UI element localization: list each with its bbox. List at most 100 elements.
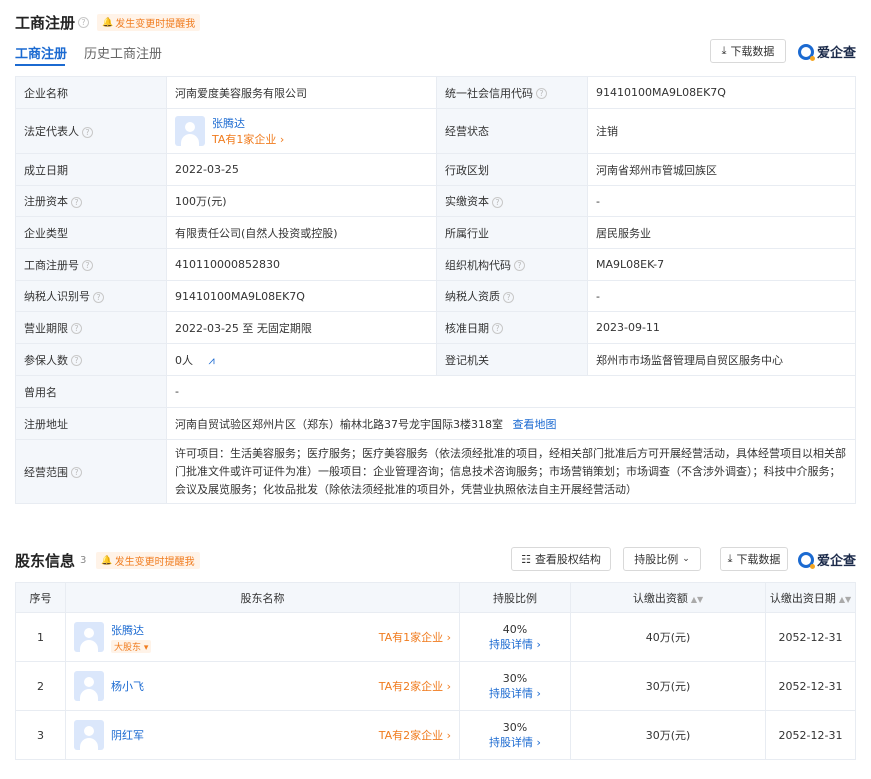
col-header: 股东名称 [65, 582, 460, 613]
field-label: 曾用名 [15, 375, 167, 408]
avatar[interactable] [175, 116, 205, 146]
address-cell: 河南自贸试验区郑州片区（郑东）榆林北路37号龙宇国际3楼318室 查看地图 [166, 407, 856, 440]
view-map-link[interactable]: 查看地图 [513, 418, 557, 431]
business-status: 注销 [587, 108, 856, 154]
help-icon[interactable]: ? [71, 196, 82, 208]
help-icon[interactable]: ? [82, 126, 93, 138]
table-row: 企业类型 有限责任公司(自然人投资或控股) 所属行业 居民服务业 [15, 216, 856, 249]
business-term: 2022-03-25 至 无固定期限 [166, 311, 437, 344]
avatar[interactable] [74, 622, 104, 652]
help-icon[interactable]: ? [492, 196, 503, 208]
field-label: 营业期限? [15, 311, 167, 344]
holding-ratio: 40% [502, 622, 528, 636]
brand-logo: 爱企查 [798, 550, 856, 569]
subscribed-date: 2052-12-31 [765, 710, 856, 760]
change-alert-button[interactable]: 🔔 发生变更时提醒我 [96, 552, 200, 569]
field-label: 经营状态 [436, 108, 588, 154]
help-icon[interactable]: ? [71, 323, 82, 334]
col-header-sortable[interactable]: 认缴出资日期 ▲▼ [765, 582, 856, 613]
download-label: 下载数据 [736, 553, 781, 566]
help-icon[interactable]: ? [71, 467, 82, 478]
help-icon[interactable]: ? [82, 260, 93, 271]
col-header-sortable[interactable]: 认缴出资额 ▲▼ [570, 582, 766, 613]
taxpayer-id: 91410100MA9L08EK7Q [166, 280, 437, 312]
row-number: 2 [15, 661, 66, 711]
table-row: 参保人数? 0人 ⩘ 登记机关 郑州市市场监督管理局自贸区服务中心 [15, 343, 856, 376]
download-button[interactable]: ⤓ 下载数据 [720, 547, 788, 571]
tab-underline [15, 64, 65, 66]
alert-label: 发生变更时提醒我 [115, 19, 196, 30]
field-label: 工商注册号? [15, 248, 167, 281]
help-icon[interactable]: ? [503, 291, 514, 303]
tab-biz-register[interactable]: 工商注册 [15, 43, 67, 62]
ratio-dropdown[interactable]: 持股比例 ⌄ [623, 547, 701, 571]
download-icon: ⤓ [727, 552, 733, 565]
button-label: 持股比例 [634, 553, 679, 566]
legal-rep-companies-link[interactable]: TA有1家企业 › [212, 131, 284, 147]
bell-icon: 🔔 [101, 555, 113, 566]
holding-ratio: 30% [502, 720, 528, 734]
bell-icon: 🔔 [102, 17, 114, 28]
field-label: 法定代表人? [15, 108, 167, 154]
company-type: 有限责任公司(自然人投资或控股) [166, 216, 437, 249]
structure-icon: ☷ [521, 552, 531, 566]
holding-ratio: 30% [502, 671, 528, 685]
shareholder-cell: 阴红军 TA有2家企业 › [65, 710, 460, 760]
business-scope: 许可项目：生活美容服务；医疗服务；医疗美容服务（依法须经批准的项目，经相关部门批… [166, 439, 856, 504]
field-label: 实缴资本? [436, 185, 588, 217]
taxpayer-qualification: - [587, 280, 856, 312]
trend-chart-icon[interactable]: ⩘ [209, 354, 215, 367]
table-row: 成立日期 2022-03-25 行政区划 河南省郑州市管城回族区 [15, 153, 856, 186]
change-alert-button[interactable]: 🔔 发生变更时提醒我 [97, 14, 201, 31]
download-button[interactable]: ⤓ 下载数据 [710, 39, 786, 63]
field-label: 纳税人资质? [436, 280, 588, 312]
help-icon[interactable]: ? [78, 17, 90, 28]
paid-capital: - [587, 185, 856, 217]
tab-history-register[interactable]: 历史工商注册 [84, 43, 162, 62]
brand-label: 爱企查 [817, 46, 857, 61]
biz-header: 工商注册 ? 🔔 发生变更时提醒我 [15, 12, 201, 33]
holding-detail-link[interactable]: 持股详情 › [460, 734, 570, 750]
shareholder-name[interactable]: 杨小飞 [111, 678, 144, 694]
view-equity-structure-button[interactable]: ☷ 查看股权结构 [511, 547, 611, 571]
holding-detail-link[interactable]: 持股详情 › [460, 685, 570, 701]
shareholder-name[interactable]: 张腾达 [111, 622, 151, 638]
shareholder-companies-link[interactable]: TA有2家企业 › [379, 727, 451, 743]
avatar[interactable] [74, 671, 104, 701]
biz-title: 工商注册 [15, 14, 76, 32]
subscribed-date: 2052-12-31 [765, 612, 856, 662]
shareholder-table: 序号 股东名称 持股比例 认缴出资额 ▲▼ 认缴出资日期 ▲▼ 1 张腾达 大股东 … [15, 582, 856, 760]
shareholder-companies-link[interactable]: TA有1家企业 › [379, 629, 451, 645]
brand-icon [798, 43, 815, 61]
table-row: 企业名称 河南爱度美容服务有限公司 统一社会信用代码? 91410100MA9L… [15, 76, 856, 109]
help-icon[interactable]: ? [536, 88, 547, 99]
help-icon[interactable]: ? [93, 291, 104, 303]
legal-rep-cell: 张腾达 TA有1家企业 › [166, 108, 437, 154]
field-label: 经营范围? [15, 439, 167, 504]
subscribed-amount: 30万(元) [570, 710, 766, 760]
shareholder-name[interactable]: 阴红军 [111, 727, 144, 743]
chevron-down-icon: ⌄ [682, 554, 690, 564]
shareholder-cell: 张腾达 大股东 ▾ TA有1家企业 › [65, 612, 460, 662]
insured-count: 0人 [175, 353, 193, 367]
table-row: 注册地址 河南自贸试验区郑州片区（郑东）榆林北路37号龙宇国际3楼318室 查看… [15, 407, 856, 440]
industry: 居民服务业 [587, 216, 856, 249]
ratio-cell: 30% 持股详情 › [459, 710, 571, 760]
shareholder-companies-link[interactable]: TA有2家企业 › [379, 678, 451, 694]
field-label: 核准日期? [436, 311, 588, 344]
help-icon[interactable]: ? [492, 323, 503, 334]
avatar[interactable] [74, 720, 104, 750]
founded-date: 2022-03-25 [166, 153, 437, 186]
table-row: 曾用名 - [15, 375, 856, 408]
holding-detail-link[interactable]: 持股详情 › [460, 636, 570, 652]
table-header-row: 序号 股东名称 持股比例 认缴出资额 ▲▼ 认缴出资日期 ▲▼ [15, 582, 856, 613]
insured-count-cell: 0人 ⩘ [166, 343, 437, 376]
help-icon[interactable]: ? [514, 260, 525, 271]
shareholder-count: 3 [80, 555, 87, 566]
help-icon[interactable]: ? [71, 355, 82, 366]
registration-authority: 郑州市市场监督管理局自贸区服务中心 [587, 343, 856, 376]
field-label: 成立日期 [15, 153, 167, 186]
button-label: 查看股权结构 [534, 553, 601, 566]
legal-rep-name[interactable]: 张腾达 [212, 115, 284, 131]
registered-capital: 100万(元) [166, 185, 437, 217]
